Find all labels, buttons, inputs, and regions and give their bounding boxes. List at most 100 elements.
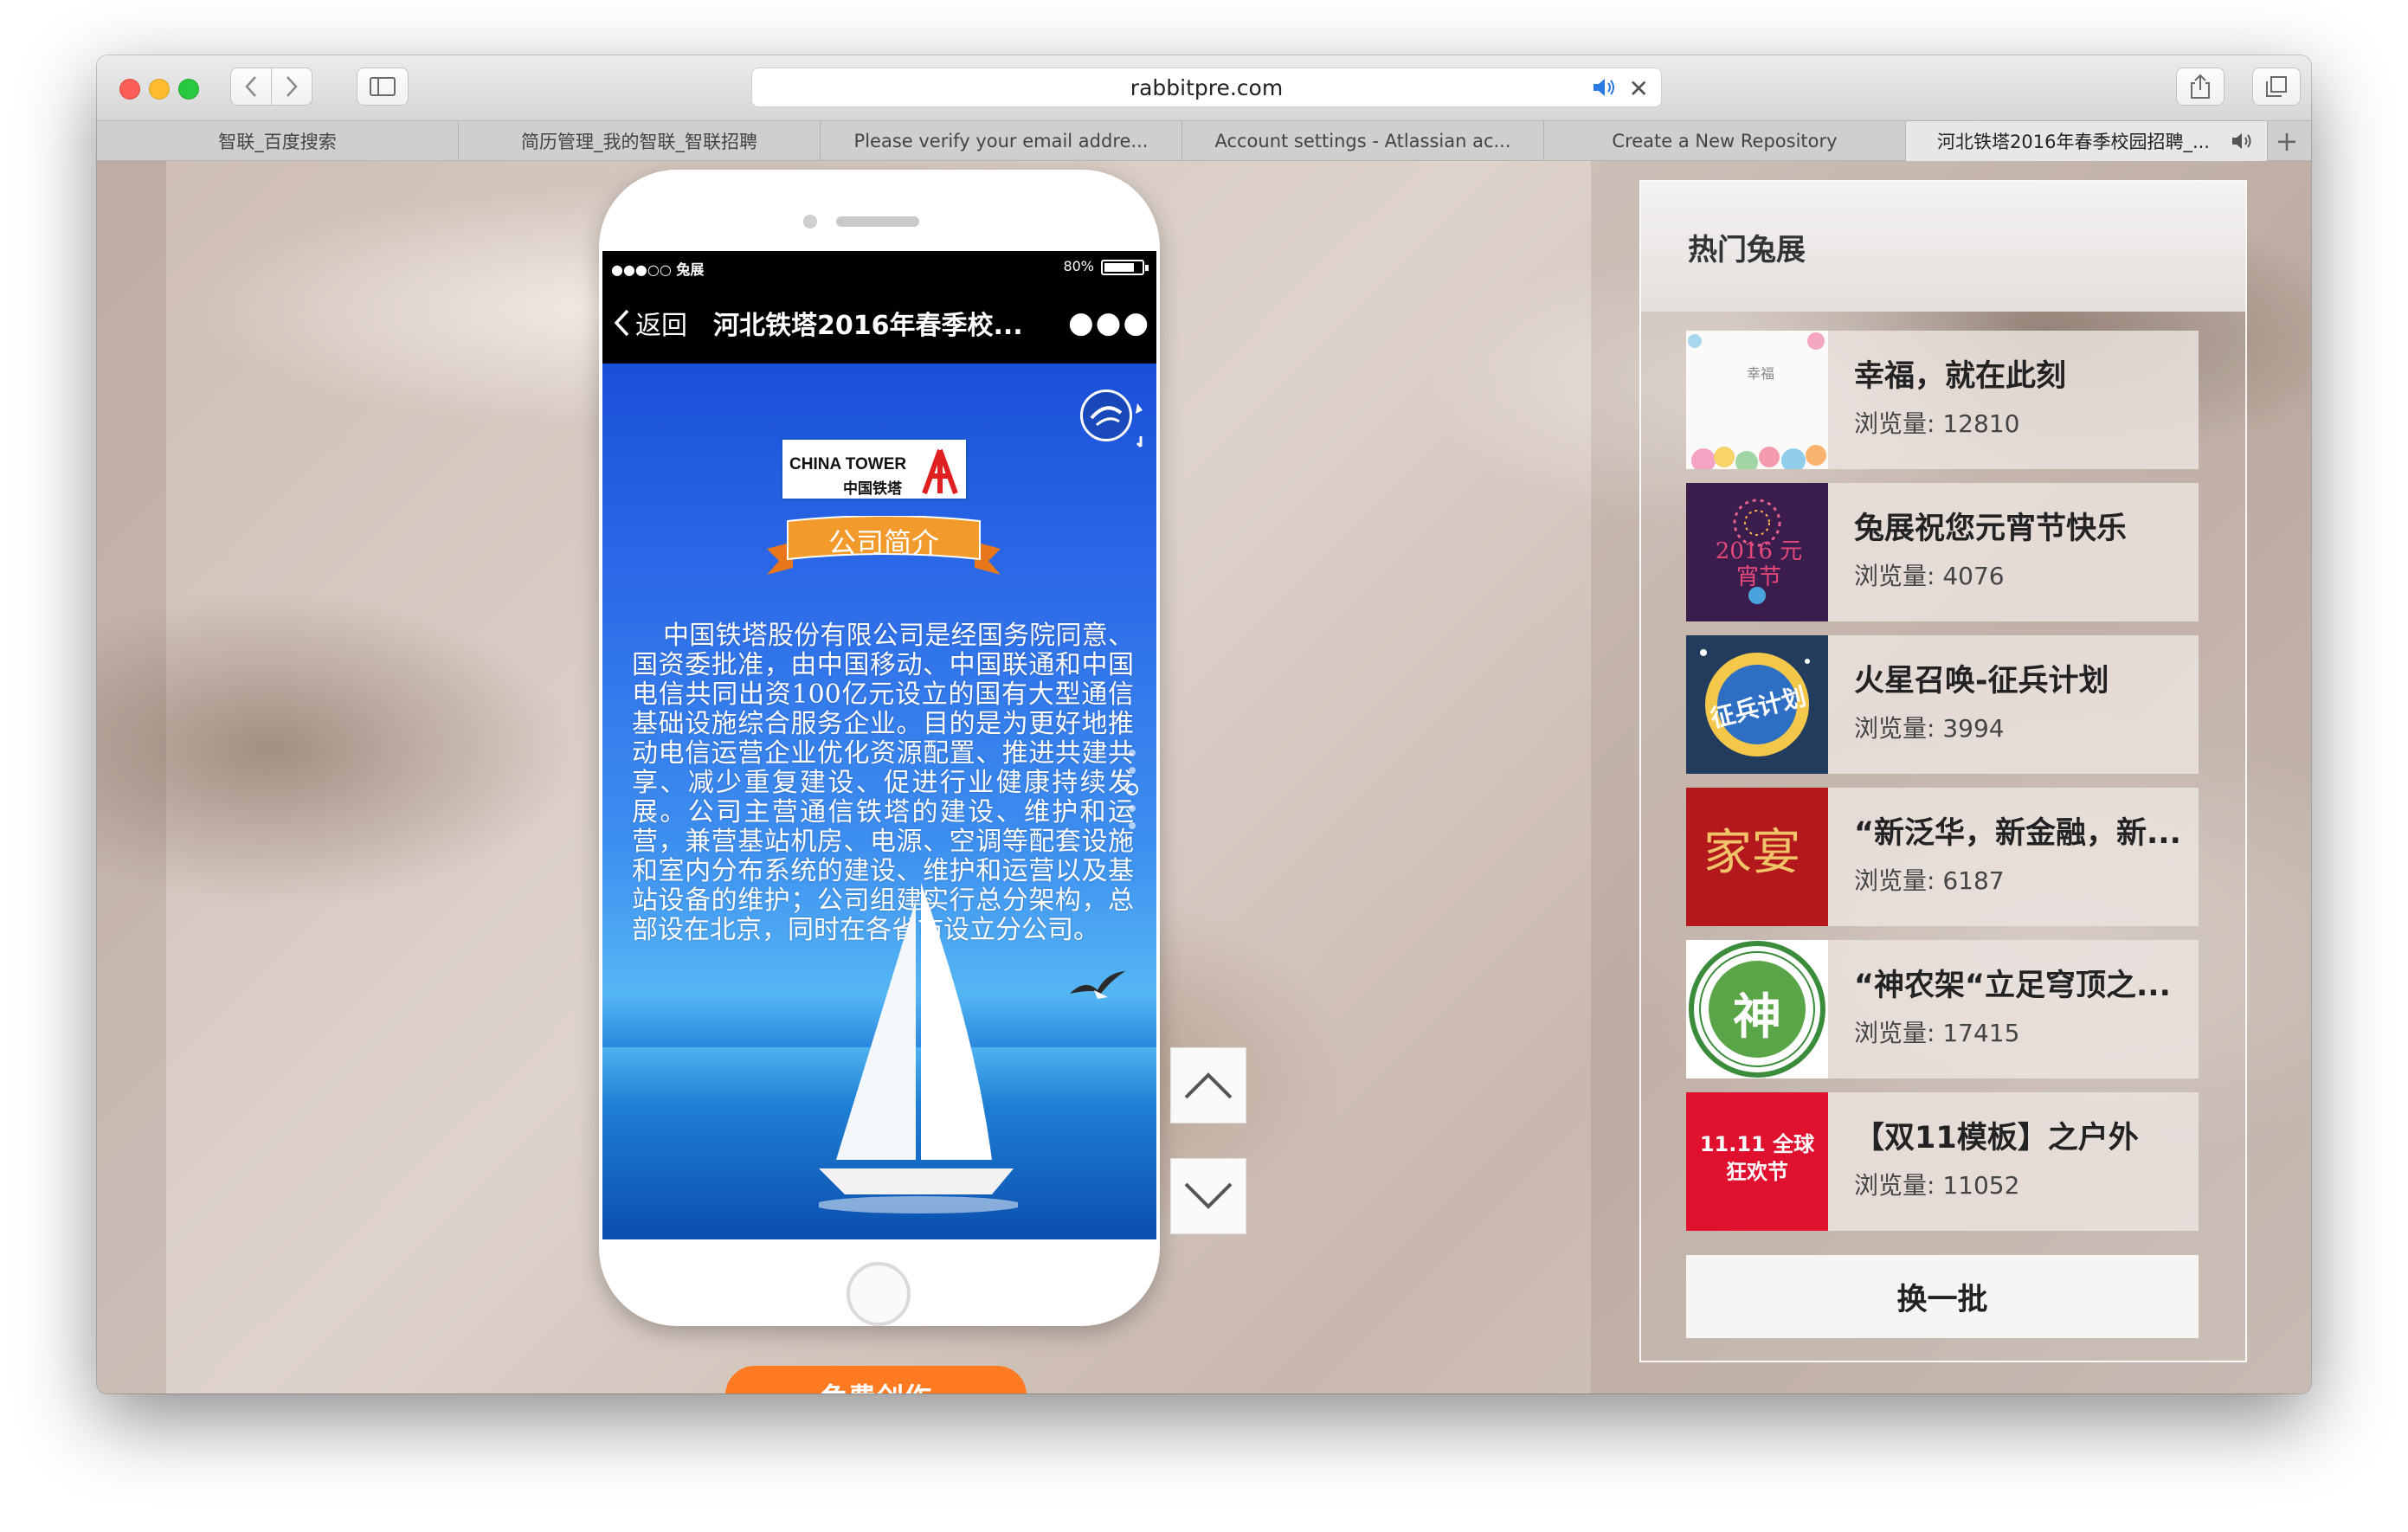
share-icon	[2191, 74, 2210, 99]
stop-loading-icon[interactable]: ✕	[1629, 74, 1649, 103]
phone-preview: ●●●○○ 兔展 80% 返回 河北铁塔2016年春季校... ●●● CHIN…	[599, 170, 1160, 1326]
item-title: “新泛华，新金融，新...	[1854, 816, 2181, 851]
chevron-down-icon	[1184, 1182, 1233, 1209]
thumbnail-text: 11.11 全球狂欢节	[1699, 1132, 1815, 1184]
item-views: 浏览量: 3994	[1854, 714, 2005, 743]
hot-list: 幸福 幸福，就在此刻 浏览量: 12810 2016 元宵节 兔展祝您元宵节快乐…	[1686, 331, 2199, 1245]
url-text: rabbitpre.com	[1130, 74, 1284, 100]
more-options-icon[interactable]: ●●●	[1068, 306, 1150, 340]
phone-screen: ●●●○○ 兔展 80% 返回 河北铁塔2016年春季校... ●●● CHIN…	[602, 251, 1156, 1239]
battery-level	[1104, 263, 1134, 272]
h5-page[interactable]: CHINA TOWER 中国铁塔 公司简介 中国铁塔股份有限公司是经国务院同意、…	[602, 364, 1156, 1239]
tab-china-tower[interactable]: 河北铁塔2016年春季校园招聘_...	[1906, 121, 2268, 161]
list-item[interactable]: 神 “神农架“立足穹顶之... 浏览量: 17415	[1686, 940, 2199, 1078]
tab-baidu[interactable]: 智联_百度搜索	[97, 121, 459, 161]
refresh-batch-button[interactable]: 换一批	[1686, 1255, 2199, 1338]
item-title: 【双11模板】之户外	[1854, 1121, 2139, 1155]
close-window-button[interactable]	[119, 79, 140, 100]
tab-label: 河北铁塔2016年春季校园招聘_...	[1937, 132, 2210, 152]
music-note-icon	[1090, 406, 1123, 427]
tab-label: 简历管理_我的智联_智联招聘	[521, 132, 757, 152]
list-item[interactable]: 11.11 全球狂欢节 【双11模板】之户外 浏览量: 11052	[1686, 1092, 2199, 1231]
music-toggle-button[interactable]	[1080, 389, 1132, 441]
thumbnail-text: 家宴	[1703, 825, 1800, 881]
seagull-icon	[1070, 971, 1125, 999]
phone-speaker	[836, 216, 919, 227]
tab-label: Create a New Repository	[1612, 131, 1838, 151]
minimize-window-button[interactable]	[149, 79, 170, 100]
item-views: 浏览量: 4076	[1854, 562, 2005, 590]
page-content: ●●●○○ 兔展 80% 返回 河北铁塔2016年春季校... ●●● CHIN…	[97, 161, 2311, 1394]
show-tabs-button[interactable]	[2252, 68, 2301, 106]
plus-icon: +	[2275, 125, 2299, 158]
thumbnail-text: 神	[1733, 989, 1781, 1046]
logo-chinese: 中国铁塔	[843, 480, 902, 498]
share-button[interactable]	[2176, 68, 2225, 106]
list-item[interactable]: 2016 元宵节 兔展祝您元宵节快乐 浏览量: 4076	[1686, 483, 2199, 621]
thumbnail-mars-recruit: 征兵计划	[1686, 635, 1828, 774]
zoom-window-button[interactable]	[178, 79, 199, 100]
back-label: 返回	[635, 311, 687, 341]
item-views: 浏览量: 17415	[1854, 1019, 2020, 1047]
thumbnail-double-11: 11.11 全球狂欢节	[1686, 1092, 1828, 1231]
tab-label: Account settings - Atlassian ac...	[1214, 131, 1511, 151]
tab-new-repository[interactable]: Create a New Repository	[1544, 121, 1906, 161]
item-title: 幸福，就在此刻	[1854, 359, 2067, 394]
thumbnail-flowers-card: 幸福	[1686, 331, 1828, 469]
tower-logo-icon	[922, 448, 958, 495]
thumbnail-red-family: 家宴	[1686, 788, 1828, 926]
china-tower-logo: CHINA TOWER 中国铁塔	[781, 438, 968, 500]
wechat-header: 返回 河北铁塔2016年春季校... ●●●	[602, 282, 1156, 364]
carrier-label: ●●●○○ 兔展	[611, 261, 705, 278]
list-item[interactable]: 幸福 幸福，就在此刻 浏览量: 12810	[1686, 331, 2199, 469]
chevron-left-icon	[614, 309, 629, 337]
next-page-button[interactable]	[1170, 1158, 1246, 1234]
wechat-title: 河北铁塔2016年春季校...	[713, 311, 1023, 341]
address-bar[interactable]: rabbitpre.com ✕	[751, 68, 1662, 107]
item-title: “神农架“立足穹顶之...	[1854, 969, 2171, 1003]
thumbnail-shennongjia-seal: 神	[1686, 940, 1828, 1078]
battery-nub	[1145, 265, 1149, 271]
battery-icon	[1101, 260, 1149, 275]
item-views: 浏览量: 6187	[1854, 866, 2005, 895]
list-item[interactable]: 家宴 “新泛华，新金融，新... 浏览量: 6187	[1686, 788, 2199, 926]
chevron-up-icon	[1184, 1072, 1233, 1099]
page-indicator	[1126, 750, 1138, 829]
browser-toolbar: rabbitpre.com ✕	[97, 55, 2311, 121]
sailboat-icon	[819, 883, 1018, 1213]
item-views: 浏览量: 11052	[1854, 1171, 2020, 1200]
phone-camera	[803, 215, 817, 229]
tab-verify-email[interactable]: Please verify your email addre...	[821, 121, 1182, 161]
speaker-icon[interactable]	[1592, 76, 1618, 99]
flowers-card-thumbnail	[1686, 331, 1828, 469]
tab-label: Please verify your email addre...	[853, 131, 1149, 151]
section-ribbon: 公司简介	[767, 516, 1001, 583]
background-panel	[97, 161, 166, 1394]
sidebar-toggle-button[interactable]	[357, 68, 409, 106]
list-item[interactable]: 征兵计划 火星召唤-征兵计划 浏览量: 3994	[1686, 635, 2199, 774]
new-tab-button[interactable]: +	[2268, 121, 2306, 161]
tab-label: 智联_百度搜索	[218, 132, 337, 152]
back-button[interactable]	[230, 68, 272, 106]
audio-playing-icon[interactable]	[2231, 132, 2255, 151]
free-create-button[interactable]: 免费创作	[725, 1366, 1027, 1394]
forward-button[interactable]	[271, 68, 312, 106]
browser-window: rabbitpre.com ✕ 智联_百度搜索 简历管理_我的智联_智联招聘 P…	[97, 55, 2311, 1394]
thumbnail-text: 幸福	[1747, 365, 1775, 382]
tab-resume[interactable]: 简历管理_我的智联_智联招聘	[459, 121, 821, 161]
logo-english: CHINA TOWER	[789, 455, 907, 473]
item-title: 兔展祝您元宵节快乐	[1854, 512, 2128, 546]
home-button	[847, 1262, 911, 1326]
hot-rabbitpre-panel: 热门兔展 幸福 幸福，就在此刻 浏览量: 12810 2016 元宵节 兔展祝您…	[1639, 180, 2247, 1362]
previous-page-button[interactable]	[1170, 1047, 1246, 1123]
wechat-back-button[interactable]: 返回	[613, 304, 687, 342]
tab-atlassian[interactable]: Account settings - Atlassian ac...	[1182, 121, 1544, 161]
sidebar-icon	[370, 77, 396, 96]
battery-percent: 80%	[1063, 258, 1094, 274]
thumbnail-lantern-festival: 2016 元宵节	[1686, 483, 1828, 621]
music-note-icon	[1136, 403, 1143, 448]
chevron-right-icon	[287, 76, 298, 97]
status-bar: ●●●○○ 兔展 80%	[602, 251, 1156, 282]
item-views: 浏览量: 12810	[1854, 409, 2020, 438]
tab-bar: 智联_百度搜索 简历管理_我的智联_智联招聘 Please verify you…	[97, 121, 2311, 161]
